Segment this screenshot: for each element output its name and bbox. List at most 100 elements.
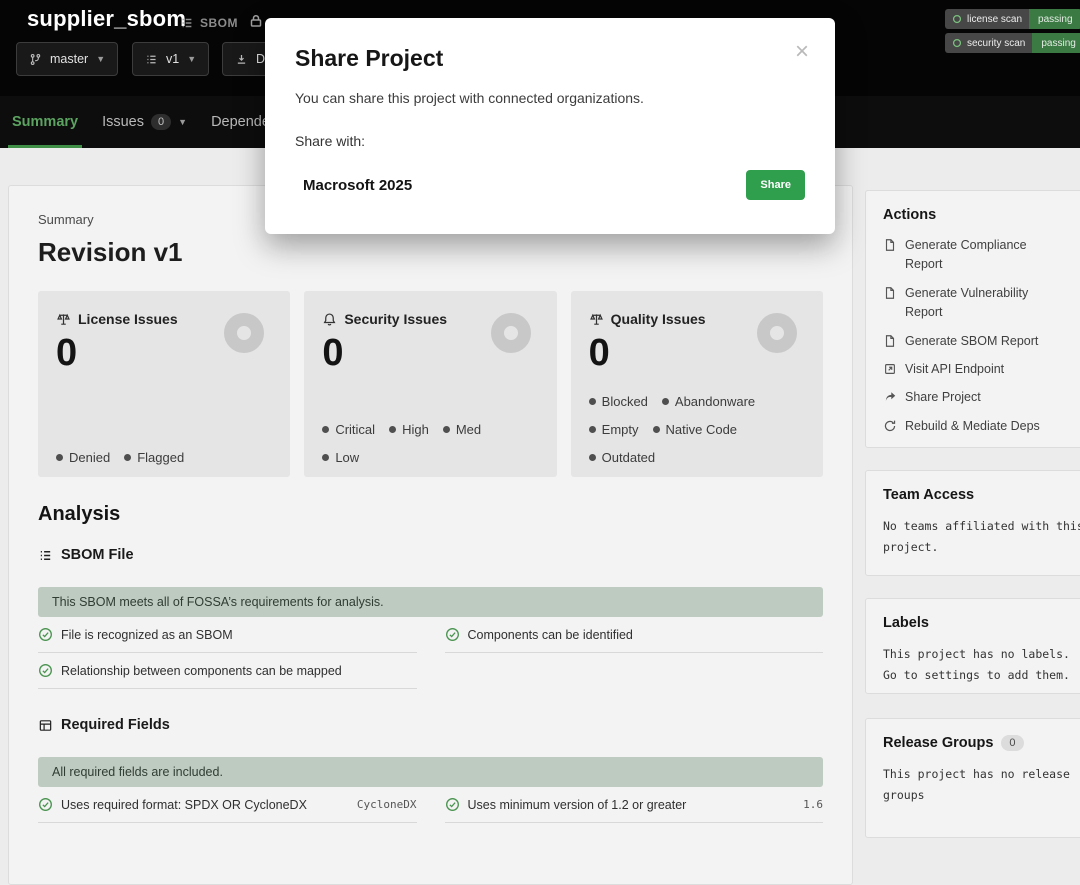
quality-issues-tile: Quality Issues 0 Blocked Abandonware Emp… <box>571 291 823 477</box>
check-circle-icon <box>445 797 460 812</box>
legend-item: Flagged <box>124 450 184 465</box>
close-icon[interactable]: × <box>795 40 809 64</box>
check-circle-icon <box>38 663 53 678</box>
metrics-row: License Issues 0 Denied Flagged Security… <box>38 291 823 477</box>
legend-item: Critical <box>322 422 375 437</box>
legend-dot <box>443 426 450 433</box>
legend-dot <box>589 454 596 461</box>
legend-label: Flagged <box>137 450 184 465</box>
legend-dot <box>389 426 396 433</box>
project-title: supplier_sbom <box>27 6 186 32</box>
project-type-text: SBOM <box>200 16 238 30</box>
check-circle-icon <box>38 797 53 812</box>
check-label: Relationship between components can be m… <box>61 664 342 678</box>
action-label: Share Project <box>905 388 981 407</box>
check-row: Uses required format: SPDX OR CycloneDX … <box>38 787 417 823</box>
legend-dot <box>589 426 596 433</box>
modal-description: You can share this project with connecte… <box>295 90 805 106</box>
scan-gauge-icon <box>952 38 962 48</box>
check-label: File is recognized as an SBOM <box>61 628 233 642</box>
document-icon <box>883 238 897 252</box>
legend-dot <box>589 398 596 405</box>
action-rebuild-mediate-deps[interactable]: Rebuild & Mediate Deps <box>883 417 1080 436</box>
chevron-down-icon: ▼ <box>178 117 187 127</box>
legend-item: Abandonware <box>662 394 755 409</box>
organization-name: Macrosoft 2025 <box>295 177 412 194</box>
legend-label: Med <box>456 422 481 437</box>
legend-label: Native Code <box>666 422 738 437</box>
tab-issues-label: Issues <box>102 114 144 130</box>
tab-dependencies-label: Depende <box>211 114 270 130</box>
legend-item: Native Code <box>653 422 738 437</box>
check-label: Components can be identified <box>468 628 633 642</box>
security-scan-badge[interactable]: security scan passing <box>945 33 1080 53</box>
check-circle-icon <box>38 627 53 642</box>
refresh-icon <box>883 419 897 433</box>
required-fields-section-header: Required Fields <box>38 717 823 733</box>
tab-summary-label: Summary <box>12 114 78 130</box>
legend-label: Blocked <box>602 394 648 409</box>
required-fields-table-icon <box>38 718 53 733</box>
tab-issues[interactable]: Issues 0 ▼ <box>102 96 187 148</box>
action-label: Visit API Endpoint <box>905 360 1004 379</box>
check-value: CycloneDX <box>357 798 417 811</box>
action-label: Generate SBOM Report <box>905 332 1038 351</box>
action-generate-vulnerability-report[interactable]: Generate Vulnerability Report <box>883 284 1080 323</box>
check-label: Uses minimum version of 1.2 or greater <box>468 798 687 812</box>
share-org-row: Macrosoft 2025 Share <box>295 170 805 200</box>
sbom-list-icon <box>180 16 194 30</box>
legend-label: Critical <box>335 422 375 437</box>
license-scan-badge-left: license scan <box>945 9 1029 29</box>
branch-selector-label: master <box>50 52 88 66</box>
share-button[interactable]: Share <box>746 170 805 200</box>
required-fields-section-title: Required Fields <box>61 717 170 733</box>
security-issues-donut <box>491 313 531 353</box>
revision-selector-button[interactable]: v1 ▼ <box>132 42 209 76</box>
license-issues-tile: License Issues 0 Denied Flagged <box>38 291 290 477</box>
legend-item: High <box>389 422 429 437</box>
action-visit-api-endpoint[interactable]: Visit API Endpoint <box>883 360 1080 379</box>
security-issues-tile: Security Issues 0 Critical High Med Low <box>304 291 556 477</box>
branch-selector-button[interactable]: master ▼ <box>16 42 118 76</box>
security-scan-status: passing <box>1032 33 1080 53</box>
legend-dot <box>124 454 131 461</box>
tab-dependencies[interactable]: Depende <box>211 96 270 148</box>
quality-issues-donut <box>757 313 797 353</box>
team-access-title: Team Access <box>883 487 1080 503</box>
license-scan-badge[interactable]: license scan passing <box>945 9 1080 29</box>
git-branch-icon <box>29 53 42 66</box>
quality-scales-icon <box>589 312 604 327</box>
check-row: Relationship between components can be m… <box>38 653 417 689</box>
sbom-file-list-icon <box>38 548 53 563</box>
sbom-file-success-banner: This SBOM meets all of FOSSA’s requireme… <box>38 587 823 617</box>
action-label: Rebuild & Mediate Deps <box>905 417 1040 436</box>
action-generate-sbom-report[interactable]: Generate SBOM Report <box>883 332 1080 351</box>
share-arrow-icon <box>883 390 897 404</box>
required-fields-success-banner: All required fields are included. <box>38 757 823 787</box>
action-label: Generate Compliance Report <box>905 236 1027 275</box>
release-groups-count-badge: 0 <box>1001 735 1023 751</box>
license-scan-status: passing <box>1029 9 1080 29</box>
security-issues-title: Security Issues <box>344 311 447 327</box>
labels-body: This project has no labels. Go to settin… <box>883 644 1080 685</box>
required-fields-checklist: Uses required format: SPDX OR CycloneDX … <box>38 787 823 823</box>
labels-title: Labels <box>883 615 1080 631</box>
team-access-body: No teams affiliated with this project. <box>883 516 1080 557</box>
check-row: File is recognized as an SBOM <box>38 617 417 653</box>
check-row-empty <box>445 653 824 689</box>
security-scan-label: security scan <box>967 38 1025 49</box>
license-issues-title: License Issues <box>78 311 178 327</box>
revision-heading: Revision v1 <box>38 235 823 269</box>
check-label: Uses required format: SPDX OR CycloneDX <box>61 798 307 812</box>
legend-item: Denied <box>56 450 110 465</box>
modal-title: Share Project <box>295 45 805 72</box>
actions-card: Actions Generate Compliance Report Gener… <box>865 190 1080 448</box>
action-generate-compliance-report[interactable]: Generate Compliance Report <box>883 236 1080 275</box>
legend-label: Denied <box>69 450 110 465</box>
tab-summary[interactable]: Summary <box>12 96 78 148</box>
action-share-project[interactable]: Share Project <box>883 388 1080 407</box>
quality-issues-title: Quality Issues <box>611 311 706 327</box>
sbom-file-section-header: SBOM File <box>38 547 823 563</box>
quality-issues-legend: Blocked Abandonware Empty Native Code Ou… <box>589 387 805 471</box>
share-project-modal: × Share Project You can share this proje… <box>265 18 835 234</box>
